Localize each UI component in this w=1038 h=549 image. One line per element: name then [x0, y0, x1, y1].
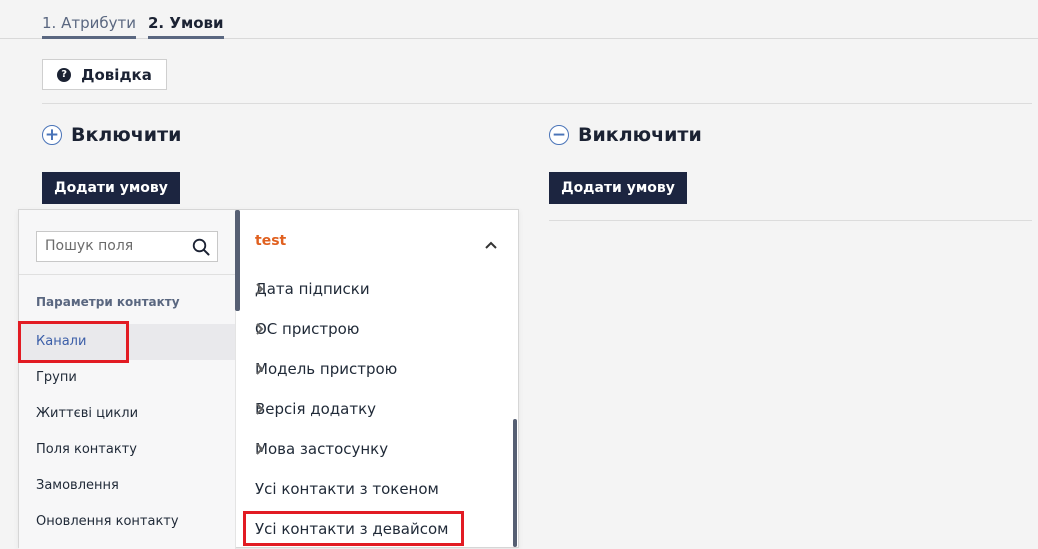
field-label: Усі контакти з токеном [255, 480, 439, 498]
chevron-right-icon [255, 282, 500, 300]
field-item-app-version[interactable]: Версія додатку [240, 389, 500, 429]
category-label: Групи [36, 370, 77, 385]
category-item-lifecycles[interactable]: Життєві цикли [19, 396, 235, 432]
tab-number: 2. [148, 14, 165, 32]
field-list-scrollbar[interactable] [513, 419, 517, 547]
category-label: Життєві цикли [36, 406, 139, 421]
question-circle-icon: ? [57, 67, 72, 82]
step-tabs: 1. Атрибути 2. Умови [0, 0, 1038, 39]
field-item-app-language[interactable]: Мова застосунку [240, 429, 500, 469]
help-button-label: Довідка [81, 65, 152, 84]
category-label: Поля контакту [36, 442, 137, 457]
exclude-title-label: Виключити [578, 124, 702, 146]
include-title-label: Включити [71, 124, 182, 146]
plus-circle-icon: + [42, 125, 62, 145]
category-item-groups[interactable]: Групи [19, 360, 235, 396]
exclude-add-condition-button[interactable]: Додати умову [549, 172, 687, 204]
help-button[interactable]: ? Довідка [42, 59, 167, 90]
field-item-subscription-date[interactable]: Дата підписки [240, 269, 500, 309]
category-item-orders[interactable]: Замовлення [19, 468, 235, 504]
divider [549, 220, 1032, 221]
field-list: test Дата підписки ОС пристрою Модель пр… [240, 210, 518, 547]
category-label: Оновлення контакту [36, 514, 179, 529]
category-item-contact-updates[interactable]: Оновлення контакту [19, 504, 235, 540]
include-add-condition-button[interactable]: Додати умову [42, 172, 180, 204]
field-group-header[interactable]: test [255, 233, 286, 249]
search-placeholder: Пошук поля [45, 238, 134, 254]
tab-label: Атрибути [61, 14, 136, 32]
field-item-all-with-token[interactable]: Усі контакти з токеном [240, 469, 500, 509]
minus-circle-icon: − [549, 125, 569, 145]
field-item-all-with-device[interactable]: Усі контакти з девайсом [240, 509, 500, 549]
tab-conditions[interactable]: 2. Умови [148, 14, 224, 39]
group-label: Параметри контакту [36, 295, 180, 309]
divider [42, 103, 1032, 104]
field-search-input[interactable]: Пошук поля [36, 231, 218, 262]
tab-attributes[interactable]: 1. Атрибути [42, 14, 136, 39]
field-label: Усі контакти з девайсом [255, 520, 449, 538]
category-list: Пошук поля Параметри контакту Канали Гру… [19, 210, 236, 549]
category-item-contact-fields[interactable]: Поля контакту [19, 432, 235, 468]
tab-number: 1. [42, 14, 57, 32]
field-picker-dropdown: Пошук поля Параметри контакту Канали Гру… [18, 209, 519, 549]
search-icon[interactable] [192, 238, 210, 260]
chevron-up-icon[interactable] [484, 235, 498, 254]
exclude-title: − Виключити [549, 124, 702, 146]
chevron-right-icon [255, 442, 500, 460]
chevron-right-icon [255, 402, 500, 420]
chevron-right-icon [255, 362, 500, 380]
field-item-device-model[interactable]: Модель пристрою [240, 349, 500, 389]
tab-label: Умови [169, 14, 224, 32]
include-title: + Включити [42, 124, 181, 146]
category-label: Замовлення [36, 478, 119, 493]
category-item-channels[interactable]: Канали [19, 324, 235, 360]
chevron-right-icon [255, 322, 500, 340]
divider [19, 274, 235, 275]
category-label: Канали [36, 334, 87, 349]
field-item-device-os[interactable]: ОС пристрою [240, 309, 500, 349]
